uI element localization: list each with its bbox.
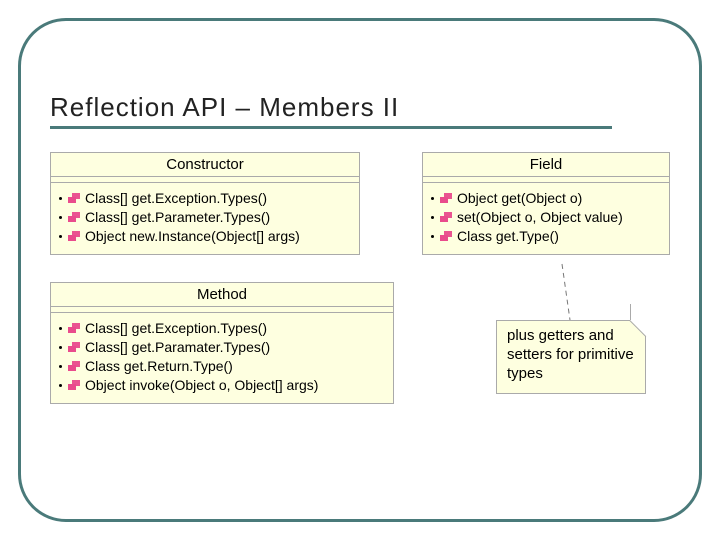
- uml-member-text: Class[] get.Exception.Types(): [85, 189, 267, 208]
- uml-member-text: Class get.Type(): [457, 227, 559, 246]
- method-icon: [68, 231, 80, 241]
- uml-class-field: Field Object get(Object o) set(Object o,…: [422, 152, 670, 255]
- method-icon: [68, 323, 80, 333]
- uml-member: Object invoke(Object o, Object[] args): [59, 376, 385, 395]
- bullet-icon: [59, 216, 62, 219]
- uml-member: Object get(Object o): [431, 189, 661, 208]
- uml-member-text: Class[] get.Exception.Types(): [85, 319, 267, 338]
- uml-member: Class[] get.Exception.Types(): [59, 189, 351, 208]
- uml-method-compartment: Class[] get.Exception.Types() Class[] ge…: [51, 313, 393, 403]
- uml-member-text: Class[] get.Parameter.Types(): [85, 208, 270, 227]
- uml-member-text: Object new.Instance(Object[] args): [85, 227, 300, 246]
- uml-class-name: Constructor: [51, 153, 359, 177]
- slide-title: Reflection API – Members II: [50, 92, 399, 123]
- uml-class-constructor: Constructor Class[] get.Exception.Types(…: [50, 152, 360, 255]
- uml-member: set(Object o, Object value): [431, 208, 661, 227]
- bullet-icon: [431, 216, 434, 219]
- uml-note-text: plus getters and setters for primitive t…: [507, 327, 634, 382]
- uml-member: Class get.Return.Type(): [59, 357, 385, 376]
- title-underline: [50, 126, 612, 129]
- bullet-icon: [59, 346, 62, 349]
- uml-note: plus getters and setters for primitive t…: [496, 320, 646, 394]
- uml-member: Class[] get.Exception.Types(): [59, 319, 385, 338]
- bullet-icon: [59, 197, 62, 200]
- uml-member: Class get.Type(): [431, 227, 661, 246]
- uml-class-name: Method: [51, 283, 393, 307]
- uml-member: Class[] get.Parameter.Types(): [59, 208, 351, 227]
- method-icon: [68, 212, 80, 222]
- method-icon: [68, 193, 80, 203]
- uml-member-text: Class get.Return.Type(): [85, 357, 233, 376]
- method-icon: [440, 231, 452, 241]
- uml-member: Object new.Instance(Object[] args): [59, 227, 351, 246]
- uml-member-text: Object get(Object o): [457, 189, 582, 208]
- uml-member: Class[] get.Paramater.Types(): [59, 338, 385, 357]
- method-icon: [440, 193, 452, 203]
- uml-class-method: Method Class[] get.Exception.Types() Cla…: [50, 282, 394, 404]
- method-icon: [68, 361, 80, 371]
- uml-member-text: set(Object o, Object value): [457, 208, 623, 227]
- uml-class-name: Field: [423, 153, 669, 177]
- bullet-icon: [431, 235, 434, 238]
- method-icon: [440, 212, 452, 222]
- method-icon: [68, 380, 80, 390]
- note-fold-outline: [630, 320, 646, 336]
- bullet-icon: [59, 384, 62, 387]
- uml-member-text: Object invoke(Object o, Object[] args): [85, 376, 318, 395]
- bullet-icon: [431, 197, 434, 200]
- uml-method-compartment: Object get(Object o) set(Object o, Objec…: [423, 183, 669, 254]
- bullet-icon: [59, 235, 62, 238]
- bullet-icon: [59, 365, 62, 368]
- method-icon: [68, 342, 80, 352]
- uml-method-compartment: Class[] get.Exception.Types() Class[] ge…: [51, 183, 359, 254]
- uml-diagram: Constructor Class[] get.Exception.Types(…: [50, 152, 670, 490]
- bullet-icon: [59, 327, 62, 330]
- uml-member-text: Class[] get.Paramater.Types(): [85, 338, 270, 357]
